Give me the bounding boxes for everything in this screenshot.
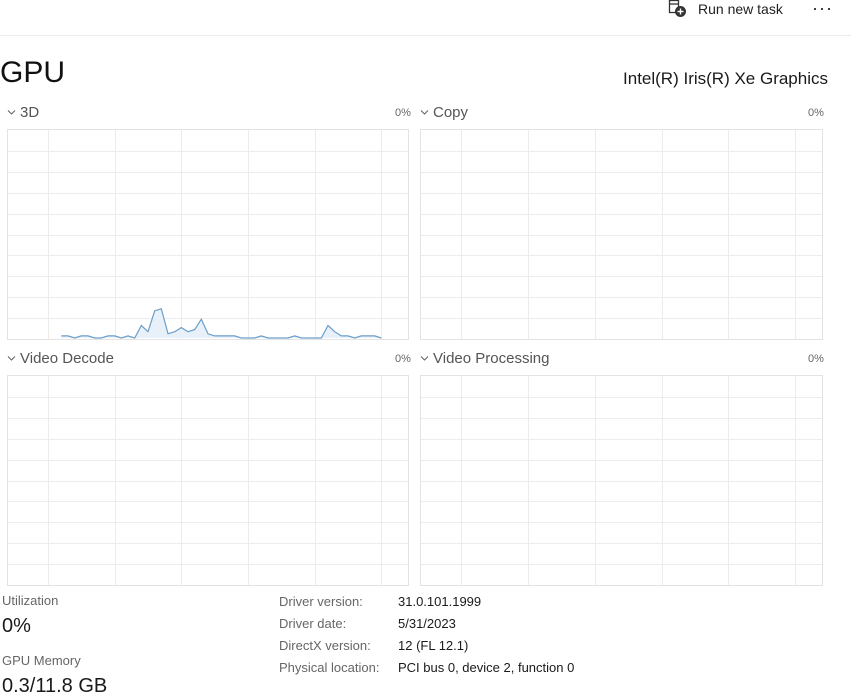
series-area-3d	[61, 308, 382, 338]
adapter-name: Intel(R) Iris(R) Xe Graphics	[623, 69, 828, 88]
panel-selector-video-processing[interactable]: Video Processing	[419, 350, 549, 367]
physical-location-label: Physical location:	[279, 660, 380, 675]
driver-version-value: 31.0.101.1999	[398, 594, 482, 609]
run-new-task-label: Run new task	[698, 1, 783, 17]
command-bar: Run new task ···	[0, 0, 851, 36]
run-new-task-icon	[668, 0, 686, 17]
graph-svg	[421, 376, 822, 585]
panel-label-video-processing: Video Processing	[433, 350, 550, 367]
panel-label-copy: Copy	[433, 104, 469, 121]
chevron-down-icon	[420, 110, 429, 115]
panel-label-video-decode: Video Decode	[20, 350, 114, 367]
directx-version-label: DirectX version:	[279, 638, 371, 653]
utilization-label: Utilization	[2, 593, 59, 608]
panel-percent-copy: 0%	[808, 107, 824, 119]
run-new-task-button[interactable]: Run new task	[668, 0, 783, 18]
chevron-down-icon	[7, 356, 16, 361]
graph-copy	[420, 129, 823, 340]
panel-percent-video-decode: 0%	[395, 353, 411, 365]
graph-svg	[8, 130, 408, 339]
panel-selector-copy[interactable]: Copy	[419, 104, 468, 121]
panel-percent-video-processing: 0%	[808, 353, 824, 365]
graph-video-decode	[7, 375, 409, 586]
graph-svg	[8, 376, 408, 585]
graph-video-processing	[420, 375, 823, 586]
gpu-memory-label: GPU Memory	[2, 653, 81, 668]
page-title: GPU	[0, 56, 66, 89]
driver-date-label: Driver date:	[279, 616, 347, 631]
physical-location-value: PCI bus 0, device 2, function 0	[398, 660, 575, 675]
utilization-value: 0%	[2, 615, 31, 637]
panel-selector-3d[interactable]: 3D	[6, 104, 39, 121]
directx-version-value: 12 (FL 12.1)	[398, 638, 469, 653]
driver-date-value: 5/31/2023	[398, 616, 456, 631]
gpu-memory-value: 0.3/11.8 GB	[2, 675, 108, 697]
chevron-down-icon	[7, 110, 16, 115]
graph-3d	[7, 129, 409, 340]
graph-svg	[421, 130, 822, 339]
panel-percent-3d: 0%	[395, 107, 411, 119]
panel-selector-video-decode[interactable]: Video Decode	[6, 350, 114, 367]
panel-label-3d: 3D	[20, 104, 40, 121]
driver-version-label: Driver version:	[279, 594, 363, 609]
chevron-down-icon	[420, 356, 429, 361]
more-options-button[interactable]: ···	[812, 0, 833, 18]
